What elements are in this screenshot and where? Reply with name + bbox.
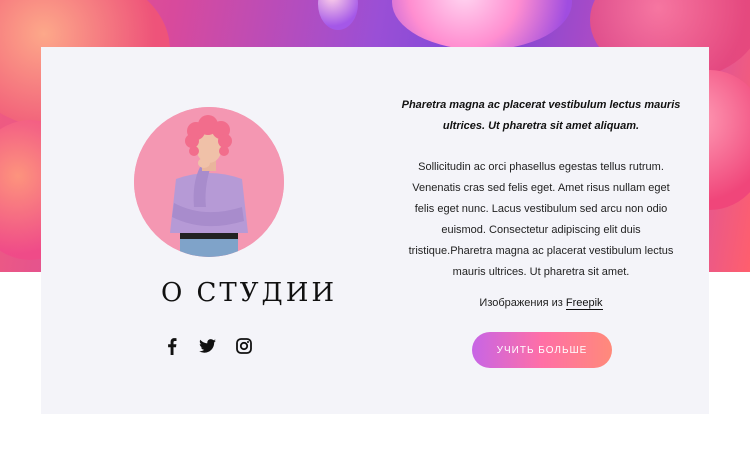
instagram-icon[interactable] xyxy=(234,336,254,356)
about-quote: Pharetra magna ac placerat vestibulum le… xyxy=(401,99,681,132)
twitter-icon[interactable] xyxy=(197,336,217,356)
studio-avatar-image xyxy=(134,107,284,257)
person-illustration xyxy=(134,107,284,257)
facebook-icon[interactable] xyxy=(162,336,182,356)
learn-more-button[interactable]: УЧИТЬ БОЛЬШЕ xyxy=(472,332,612,368)
freepik-link[interactable]: Freepik xyxy=(565,297,603,310)
about-title: О СТУДИИ xyxy=(160,278,338,308)
decorative-blob xyxy=(318,0,358,30)
about-card: О СТУДИИ Pharetra magna ac placerat vest… xyxy=(41,47,709,414)
about-body-text: Sollicitudin ac orci phasellus egestas t… xyxy=(408,161,674,278)
decorative-blob xyxy=(392,0,572,50)
image-credit: Изображения из Freepik xyxy=(401,297,681,310)
credit-prefix: Изображения из xyxy=(479,297,563,309)
